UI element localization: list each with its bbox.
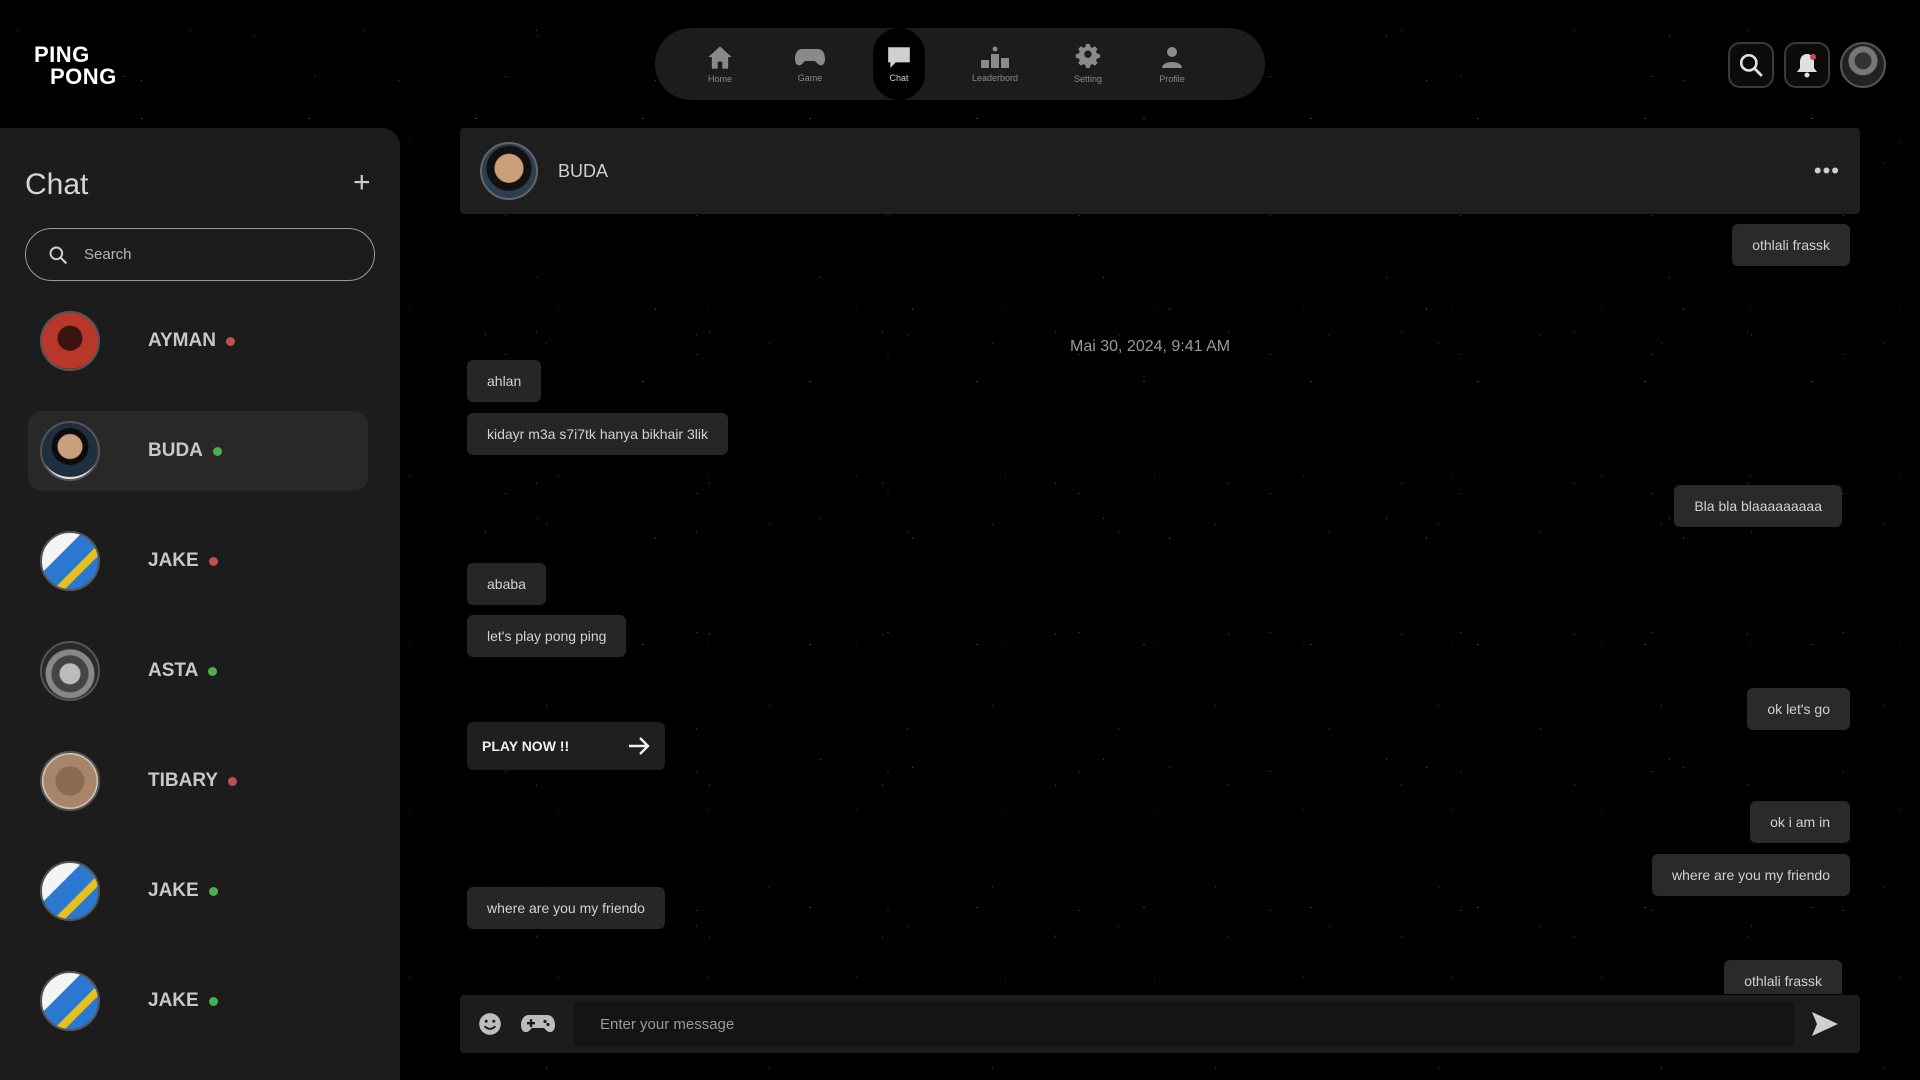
send-icon[interactable] <box>1810 1010 1840 1038</box>
chat-bubble-icon <box>888 47 910 68</box>
avatar <box>40 531 100 591</box>
nav-leaderboard[interactable]: Leaderbord <box>965 45 1025 83</box>
nav-leaderboard-label: Leaderbord <box>971 73 1019 83</box>
message-bubble-received: ababa <box>467 563 546 605</box>
nav-game[interactable]: Game <box>785 45 835 83</box>
contact-item-jake[interactable]: JAKE <box>28 851 368 931</box>
avatar <box>40 641 100 701</box>
contact-name: BUDA <box>148 440 203 461</box>
chat-contact-name[interactable]: BUDA <box>558 161 608 182</box>
notifications-button[interactable] <box>1784 42 1830 88</box>
top-navigation: Home Game Chat Leaderbord Setting Profil… <box>655 28 1265 100</box>
avatar <box>40 421 100 481</box>
message-input[interactable] <box>574 1002 1794 1046</box>
new-chat-button[interactable]: + <box>353 168 371 198</box>
bell-icon <box>1797 54 1817 78</box>
home-icon <box>708 46 732 69</box>
gear-icon <box>1075 44 1100 68</box>
nav-game-label: Game <box>797 73 823 83</box>
message-bubble-received: let's play pong ping <box>467 615 627 657</box>
status-offline-dot <box>208 556 218 566</box>
status-online-dot <box>208 996 218 1006</box>
contact-search-input[interactable] <box>84 246 334 263</box>
contact-name: JAKE <box>148 550 199 571</box>
app-logo[interactable]: PING PONG <box>34 44 117 88</box>
status-offline-dot <box>228 776 238 786</box>
nav-chat[interactable]: Chat <box>873 28 925 100</box>
contact-item-tibary[interactable]: TIBARY <box>28 741 368 821</box>
search-button[interactable] <box>1728 42 1774 88</box>
avatar <box>40 861 100 921</box>
gamepad-icon[interactable] <box>520 1012 556 1036</box>
message-bubble-received: ahlan <box>467 360 542 402</box>
top-right-actions <box>1728 42 1886 88</box>
nav-home-label: Home <box>707 74 732 84</box>
message-bubble-received: where are you my friendo <box>467 887 665 929</box>
message-bubble-sent: Bla bla blaaaaaaaaa <box>1674 485 1842 527</box>
more-options-button[interactable]: ••• <box>1814 158 1840 184</box>
contact-name: ASTA <box>148 660 199 681</box>
play-now-label: PLAY NOW !! <box>482 738 570 754</box>
chat-sidebar: Chat + AYMAN BUDA JAKE ASTA TIBARY JAKE … <box>0 128 400 1080</box>
nav-setting[interactable]: Setting <box>1063 44 1113 84</box>
message-bubble-sent: ok let's go <box>1747 688 1850 730</box>
contact-search-box[interactable] <box>25 228 375 281</box>
contact-name: JAKE <box>148 880 199 901</box>
chat-header: BUDA ••• <box>460 128 1860 214</box>
message-composer <box>460 995 1860 1053</box>
contact-item-jake[interactable]: JAKE <box>28 521 368 601</box>
contact-name: JAKE <box>148 990 199 1011</box>
avatar[interactable] <box>480 142 538 200</box>
sidebar-title: Chat <box>25 168 89 201</box>
status-online-dot <box>208 666 218 676</box>
contact-item-buda[interactable]: BUDA <box>28 411 368 491</box>
message-bubble-sent: where are you my friendo <box>1652 854 1850 896</box>
status-offline-dot <box>225 336 235 346</box>
avatar <box>40 311 100 371</box>
message-bubble-sent: othlali frassk <box>1732 224 1850 266</box>
contact-name: TIBARY <box>148 770 219 791</box>
nav-profile-label: Profile <box>1159 74 1185 84</box>
message-timestamp: Mai 30, 2024, 9:41 AM <box>1070 338 1231 355</box>
contact-name: AYMAN <box>148 330 216 351</box>
nav-chat-label: Chat <box>889 73 909 83</box>
play-now-card[interactable]: PLAY NOW !! <box>467 722 665 770</box>
message-bubble-received: kidayr m3a s7i7tk hanya bikhair 3lik <box>467 413 728 455</box>
nav-profile[interactable]: Profile <box>1147 44 1197 84</box>
nav-home[interactable]: Home <box>695 44 745 84</box>
contact-item-asta[interactable]: ASTA <box>28 631 368 711</box>
contact-item-jake[interactable]: JAKE <box>28 961 368 1041</box>
message-bubble-sent: othlali frassk <box>1724 960 1842 994</box>
contact-item-ayman[interactable]: AYMAN <box>28 301 368 381</box>
status-online-dot <box>208 886 218 896</box>
podium-icon <box>981 46 1009 68</box>
logo-line-pong: PONG <box>50 64 117 89</box>
emoji-icon[interactable] <box>477 1011 503 1037</box>
avatar <box>40 971 100 1031</box>
user-avatar-button[interactable] <box>1840 42 1886 88</box>
status-online-dot <box>212 446 222 456</box>
message-bubble-sent: ok i am in <box>1750 801 1850 843</box>
search-icon <box>1739 53 1763 77</box>
arrow-right-icon <box>629 737 650 755</box>
search-icon <box>49 246 68 264</box>
user-icon <box>1162 47 1182 68</box>
gamepad-icon <box>795 49 825 66</box>
nav-setting-label: Setting <box>1073 74 1103 84</box>
avatar <box>40 751 100 811</box>
